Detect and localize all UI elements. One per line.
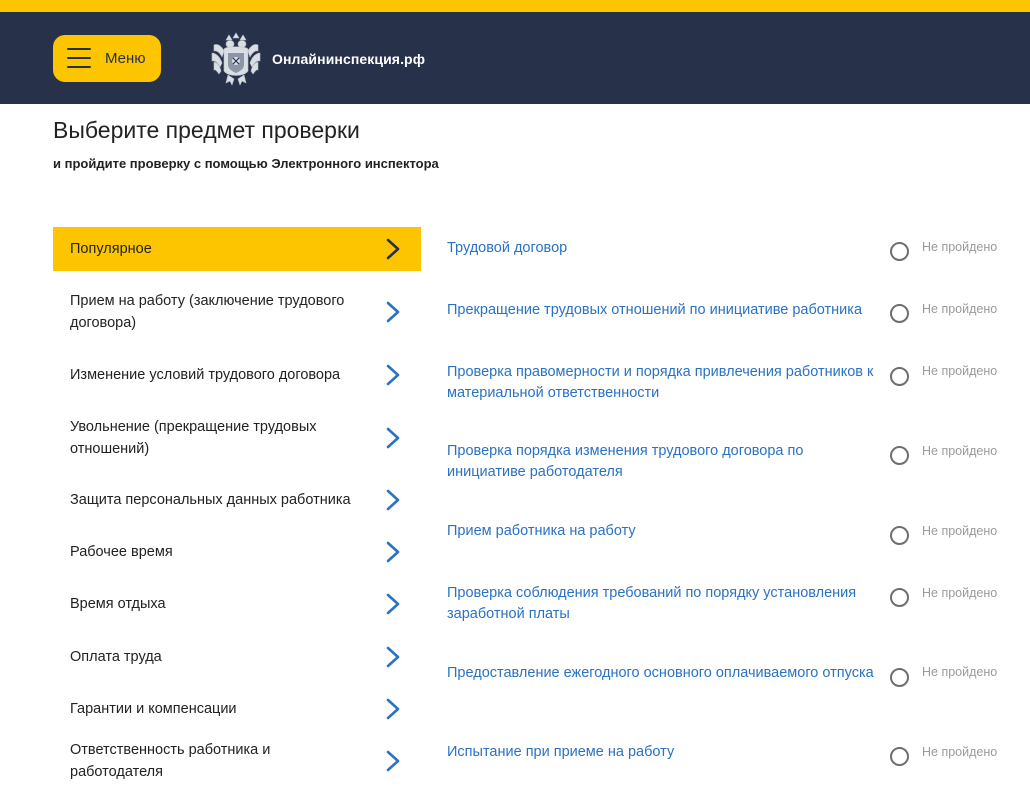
test-status: Не пройдено — [922, 665, 998, 679]
test-status: Не пройдено — [922, 444, 998, 458]
test-status: Не пройдено — [922, 302, 998, 316]
hamburger-icon — [67, 48, 91, 68]
chevron-right-icon — [386, 427, 400, 449]
chevron-right-icon — [386, 750, 400, 772]
test-status: Не пройдено — [922, 586, 998, 600]
radio-unchecked-icon[interactable] — [890, 304, 909, 323]
chevron-right-icon — [386, 489, 400, 511]
category-label: Рабочее время — [70, 544, 173, 560]
chevron-right-icon — [386, 593, 400, 615]
category-label: Время отдыха — [70, 596, 166, 612]
test-link[interactable]: Проверка правомерности и порядка привлеч… — [447, 362, 877, 404]
category-label: Увольнение (прекращение трудовых отношен… — [70, 419, 317, 457]
test-status: Не пройдено — [922, 745, 998, 759]
category-item-contract-change[interactable]: Изменение условий трудового договора — [53, 353, 421, 397]
category-label: Защита персональных данных работника — [70, 492, 351, 508]
top-accent-stripe — [0, 0, 1030, 12]
chevron-right-icon — [386, 364, 400, 386]
category-label: Ответственность работника и работодателя — [70, 742, 271, 780]
category-label: Оплата труда — [70, 649, 162, 665]
category-item-pay[interactable]: Оплата труда — [53, 635, 421, 679]
test-link[interactable]: Проверка порядка изменения трудового дог… — [447, 441, 877, 483]
radio-unchecked-icon[interactable] — [890, 747, 909, 766]
test-link[interactable]: Трудовой договор — [447, 238, 877, 259]
category-item-working-time[interactable]: Рабочее время — [53, 530, 421, 574]
radio-unchecked-icon[interactable] — [890, 367, 909, 386]
radio-unchecked-icon[interactable] — [890, 526, 909, 545]
category-item-rest-time[interactable]: Время отдыха — [53, 582, 421, 626]
menu-button[interactable]: Меню — [53, 35, 161, 82]
category-item-personal-data[interactable]: Защита персональных данных работника — [53, 478, 421, 522]
chevron-right-icon — [386, 646, 400, 668]
test-status: Не пройдено — [922, 240, 998, 254]
category-label: Изменение условий трудового договора — [70, 367, 341, 383]
site-header: Меню Онлайнинспекция.рф — [0, 12, 1030, 104]
category-item-popular[interactable]: Популярное — [53, 227, 421, 271]
chevron-right-icon — [386, 698, 400, 720]
category-item-guarantees[interactable]: Гарантии и компенсации — [53, 687, 421, 731]
chevron-right-icon — [386, 541, 400, 563]
chevron-right-icon — [386, 301, 400, 323]
test-link[interactable]: Проверка соблюдения требований по порядк… — [447, 583, 877, 625]
coat-of-arms-icon[interactable] — [208, 31, 264, 87]
test-link[interactable]: Прекращение трудовых отношений по инициа… — [447, 300, 877, 321]
menu-button-label: Меню — [105, 50, 146, 67]
test-link[interactable]: Прием работника на работу — [447, 521, 877, 542]
radio-unchecked-icon[interactable] — [890, 446, 909, 465]
category-label: Гарантии и компенсации — [70, 701, 237, 717]
category-item-dismissal[interactable]: Увольнение (прекращение трудовых отношен… — [53, 416, 421, 460]
category-item-hiring[interactable]: Прием на работу (заключение трудового до… — [53, 290, 421, 334]
test-link[interactable]: Испытание при приеме на работу — [447, 742, 877, 763]
test-status: Не пройдено — [922, 524, 998, 538]
radio-unchecked-icon[interactable] — [890, 668, 909, 687]
radio-unchecked-icon[interactable] — [890, 242, 909, 261]
category-label: Популярное — [70, 241, 152, 257]
radio-unchecked-icon[interactable] — [890, 588, 909, 607]
category-item-liability[interactable]: Ответственность работника и работодателя — [53, 739, 421, 783]
page-title: Выберите предмет проверки — [53, 117, 360, 143]
test-link[interactable]: Предоставление ежегодного основного опла… — [447, 663, 877, 684]
chevron-right-icon — [386, 238, 400, 260]
category-label: Прием на работу (заключение трудового до… — [70, 293, 345, 331]
page-subtitle: и пройдите проверку с помощью Электронно… — [53, 156, 439, 171]
test-status: Не пройдено — [922, 364, 998, 378]
site-name[interactable]: Онлайнинспекция.рф — [272, 51, 425, 67]
